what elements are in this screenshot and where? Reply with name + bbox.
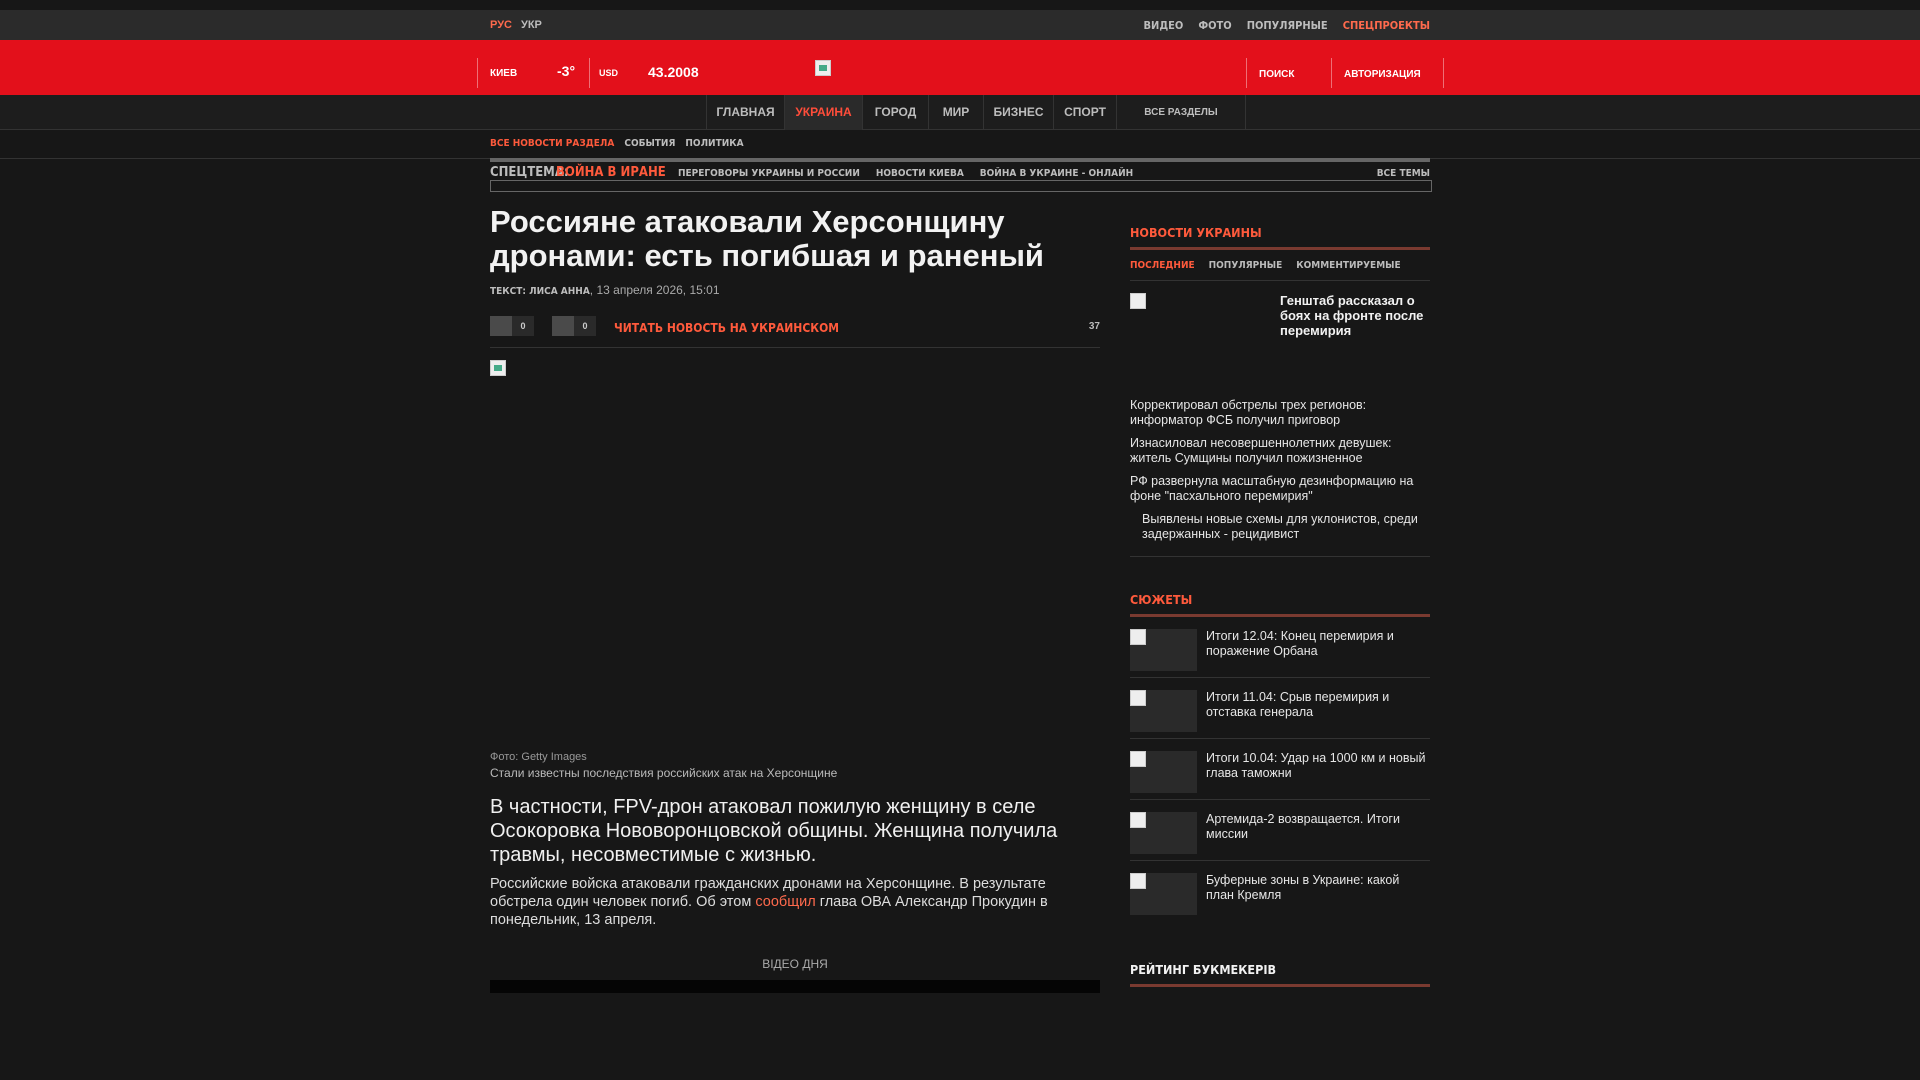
nav-item-city[interactable]: ГОРОД bbox=[862, 95, 928, 130]
tab-latest[interactable]: ПОСЛЕДНИЕ bbox=[1130, 260, 1195, 271]
section-title[interactable]: СЮЖЕТЫ bbox=[1130, 592, 1430, 607]
story-title[interactable]: Буферные зоны в Украине: какой план Крем… bbox=[1206, 873, 1430, 903]
nav-item-ukraine[interactable]: УКРАИНА bbox=[784, 95, 862, 130]
spec-link[interactable]: ВОЙНА В УКРАИНЕ - ОНЛАЙН bbox=[980, 168, 1133, 179]
story-thumbnail[interactable] bbox=[1130, 629, 1197, 671]
search-button[interactable]: ПОИСК bbox=[1259, 69, 1294, 80]
story-item[interactable]: Артемида-2 возвращается. Итоги миссии bbox=[1130, 800, 1430, 861]
spec-links: ПЕРЕГОВОРЫ УКРАИНЫ И РОССИИ НОВОСТИ КИЕВ… bbox=[678, 168, 1133, 179]
nav-item-business[interactable]: БИЗНЕС bbox=[983, 95, 1053, 130]
divider bbox=[1246, 58, 1247, 88]
share-count: 0 bbox=[512, 316, 534, 336]
weather-temp: -3° bbox=[557, 63, 576, 79]
subnav-all-news[interactable]: ВСЕ НОВОСТИ РАЗДЕЛА bbox=[490, 138, 614, 149]
article-lead: В частности, FPV-дрон атаковал пожилую ж… bbox=[490, 796, 1058, 866]
video-player[interactable] bbox=[490, 980, 1100, 993]
divider bbox=[490, 158, 1430, 162]
tab-commented[interactable]: КОММЕНТИРУЕМЫЕ bbox=[1296, 260, 1400, 271]
subnav-events[interactable]: СОБЫТИЯ bbox=[624, 138, 675, 149]
news-item[interactable]: Изнасиловал несовершеннолетних девушек: … bbox=[1130, 436, 1430, 466]
header-bar: КИЕВ -3° USD 43.2008 ПОИСК АВТОРИЗАЦИЯ bbox=[0, 40, 1920, 95]
story-title[interactable]: Итоги 10.04: Удар на 1000 км и новый гла… bbox=[1206, 751, 1430, 781]
featured-news[interactable]: Генштаб рассказал о боях на фронте после… bbox=[1130, 293, 1430, 398]
author[interactable]: ТЕКСТ: ЛИСА АННА bbox=[490, 286, 590, 297]
news-item[interactable]: РФ развернула масштабную дезинформацию н… bbox=[1130, 474, 1430, 504]
lang-ru-link[interactable]: РУС bbox=[490, 19, 512, 31]
photo-credit: Фото: Getty Images bbox=[490, 751, 587, 763]
article-photo bbox=[490, 360, 1100, 750]
auth-button[interactable]: АВТОРИЗАЦИЯ bbox=[1344, 69, 1421, 80]
story-thumbnail[interactable] bbox=[1130, 690, 1197, 732]
news-tabs: ПОСЛЕДНИЕ ПОПУЛЯРНЫЕ КОММЕНТИРУЕМЫЕ bbox=[1130, 260, 1430, 271]
story-thumbnail[interactable] bbox=[1130, 751, 1197, 793]
currency-label: USD bbox=[599, 68, 619, 78]
top-strip: РУС УКР ВИДЕО ФОТО ПОПУЛЯРНЫЕ СПЕЦПРОЕКТ… bbox=[0, 10, 1920, 40]
news-item[interactable]: Корректировал обстрелы трех регионов: ин… bbox=[1130, 398, 1430, 428]
story-item[interactable]: Итоги 12.04: Конец перемирия и поражение… bbox=[1130, 617, 1430, 678]
bookmaker-rating-section: РЕЙТИНГ БУКМЕКЕРІВ bbox=[1130, 962, 1430, 987]
weather-city: КИЕВ bbox=[490, 68, 518, 79]
story-item[interactable]: Буферные зоны в Украине: какой план Крем… bbox=[1130, 861, 1430, 922]
broken-image-icon bbox=[490, 360, 506, 376]
divider bbox=[477, 58, 478, 88]
story-title[interactable]: Артемида-2 возвращается. Итоги миссии bbox=[1206, 812, 1430, 842]
story-item[interactable]: Итоги 11.04: Срыв перемирия и отставка г… bbox=[1130, 678, 1430, 739]
spec-all-topics-link[interactable]: ВСЕ ТЕМЫ bbox=[1377, 168, 1430, 179]
story-thumbnail[interactable] bbox=[1130, 873, 1197, 915]
story-title[interactable]: Итоги 12.04: Конец перемирия и поражение… bbox=[1206, 629, 1430, 659]
subnav-politics[interactable]: ПОЛИТИКА bbox=[685, 138, 743, 149]
byline: ТЕКСТ: ЛИСА АННА, 13 апреля 2026, 15:01 bbox=[490, 283, 1100, 297]
main-nav: ГЛАВНАЯ УКРАИНА ГОРОД МИР БИЗНЕС СПОРТ В… bbox=[0, 95, 1920, 130]
publish-date: 13 апреля 2026, 15:01 bbox=[596, 283, 720, 297]
divider bbox=[1130, 280, 1430, 281]
views-count: 37 bbox=[1088, 321, 1100, 332]
story-item[interactable]: Итоги 10.04: Удар на 1000 км и новый гла… bbox=[1130, 739, 1430, 800]
divider bbox=[589, 58, 590, 88]
featured-news-title[interactable]: Генштаб рассказал о боях на фронте после… bbox=[1280, 293, 1430, 338]
tab-popular[interactable]: ПОПУЛЯРНЫЕ bbox=[1209, 260, 1283, 271]
currency-rate: 43.2008 bbox=[648, 64, 699, 80]
divider bbox=[1331, 58, 1332, 88]
lang-ua-link[interactable]: УКР bbox=[521, 19, 542, 31]
article-title: Россияне атаковали Херсонщину дронами: е… bbox=[490, 204, 1044, 273]
story-thumbnail[interactable] bbox=[1130, 812, 1197, 854]
article-body: Российские войска атаковали гражданских … bbox=[490, 875, 1100, 929]
nav-item-home[interactable]: ГЛАВНАЯ bbox=[706, 95, 784, 130]
spec-topic-link[interactable]: ВОЙНА В ИРАНЕ bbox=[556, 165, 666, 180]
news-item[interactable]: Выявлены новые схемы для уклонистов, сре… bbox=[1130, 512, 1430, 542]
divider bbox=[1443, 58, 1444, 88]
spec-link[interactable]: НОВОСТИ КИЕВА bbox=[876, 168, 964, 179]
section-title[interactable]: НОВОСТИ УКРАИНЫ bbox=[1130, 225, 1430, 240]
share-count: 0 bbox=[574, 316, 596, 336]
nav-item-all-sections[interactable]: ВСЕ РАЗДЕЛЫ bbox=[1116, 95, 1246, 130]
telegram-share-icon[interactable] bbox=[552, 316, 574, 336]
photo-caption: Стали известны последствия российских ат… bbox=[490, 766, 838, 780]
site-logo-icon[interactable] bbox=[815, 60, 831, 76]
nav-item-sport[interactable]: СПОРТ bbox=[1053, 95, 1116, 130]
divider bbox=[1130, 556, 1430, 557]
divider bbox=[490, 180, 1432, 192]
section-title[interactable]: РЕЙТИНГ БУКМЕКЕРІВ bbox=[1130, 962, 1430, 977]
video-of-day-label: ВІДЕО ДНЯ bbox=[762, 957, 828, 971]
divider bbox=[1130, 984, 1430, 987]
spec-link[interactable]: ПЕРЕГОВОРЫ УКРАИНЫ И РОССИИ bbox=[678, 168, 860, 179]
article: Россияне атаковали Херсонщину дронами: е… bbox=[490, 204, 1100, 993]
story-title[interactable]: Итоги 11.04: Срыв перемирия и отставка г… bbox=[1206, 690, 1430, 720]
sidebar-news: НОВОСТИ УКРАИНЫ ПОСЛЕДНИЕ ПОПУЛЯРНЫЕ КОМ… bbox=[1130, 225, 1430, 557]
top-links: ВИДЕО ФОТО ПОПУЛЯРНЫЕ СПЕЦПРОЕКТЫ bbox=[1144, 19, 1431, 32]
top-link-popular[interactable]: ПОПУЛЯРНЫЕ bbox=[1247, 19, 1328, 32]
divider bbox=[1130, 247, 1430, 250]
stories-section: СЮЖЕТЫ Итоги 12.04: Конец перемирия и по… bbox=[1130, 592, 1430, 922]
top-link-photo[interactable]: ФОТО bbox=[1198, 19, 1231, 32]
read-in-ukrainian-link[interactable]: ЧИТАТЬ НОВОСТЬ НА УКРАИНСКОМ bbox=[614, 321, 839, 335]
spec-theme-bar: СПЕЦТЕМА: ВОЙНА В ИРАНЕ ПЕРЕГОВОРЫ УКРАИ… bbox=[490, 158, 1432, 193]
article-tools: 0 0 ЧИТАТЬ НОВОСТЬ НА УКРАИНСКОМ 37 bbox=[490, 310, 1100, 348]
top-link-specprojects[interactable]: СПЕЦПРОЕКТЫ bbox=[1343, 19, 1430, 32]
broken-image-icon bbox=[1130, 293, 1146, 309]
sub-nav: ВСЕ НОВОСТИ РАЗДЕЛА СОБЫТИЯ ПОЛИТИКА bbox=[490, 138, 744, 149]
top-link-video[interactable]: ВИДЕО bbox=[1144, 19, 1184, 32]
nav-item-world[interactable]: МИР bbox=[928, 95, 983, 130]
facebook-share-icon[interactable] bbox=[490, 316, 512, 336]
source-link[interactable]: сообщил bbox=[755, 894, 815, 910]
